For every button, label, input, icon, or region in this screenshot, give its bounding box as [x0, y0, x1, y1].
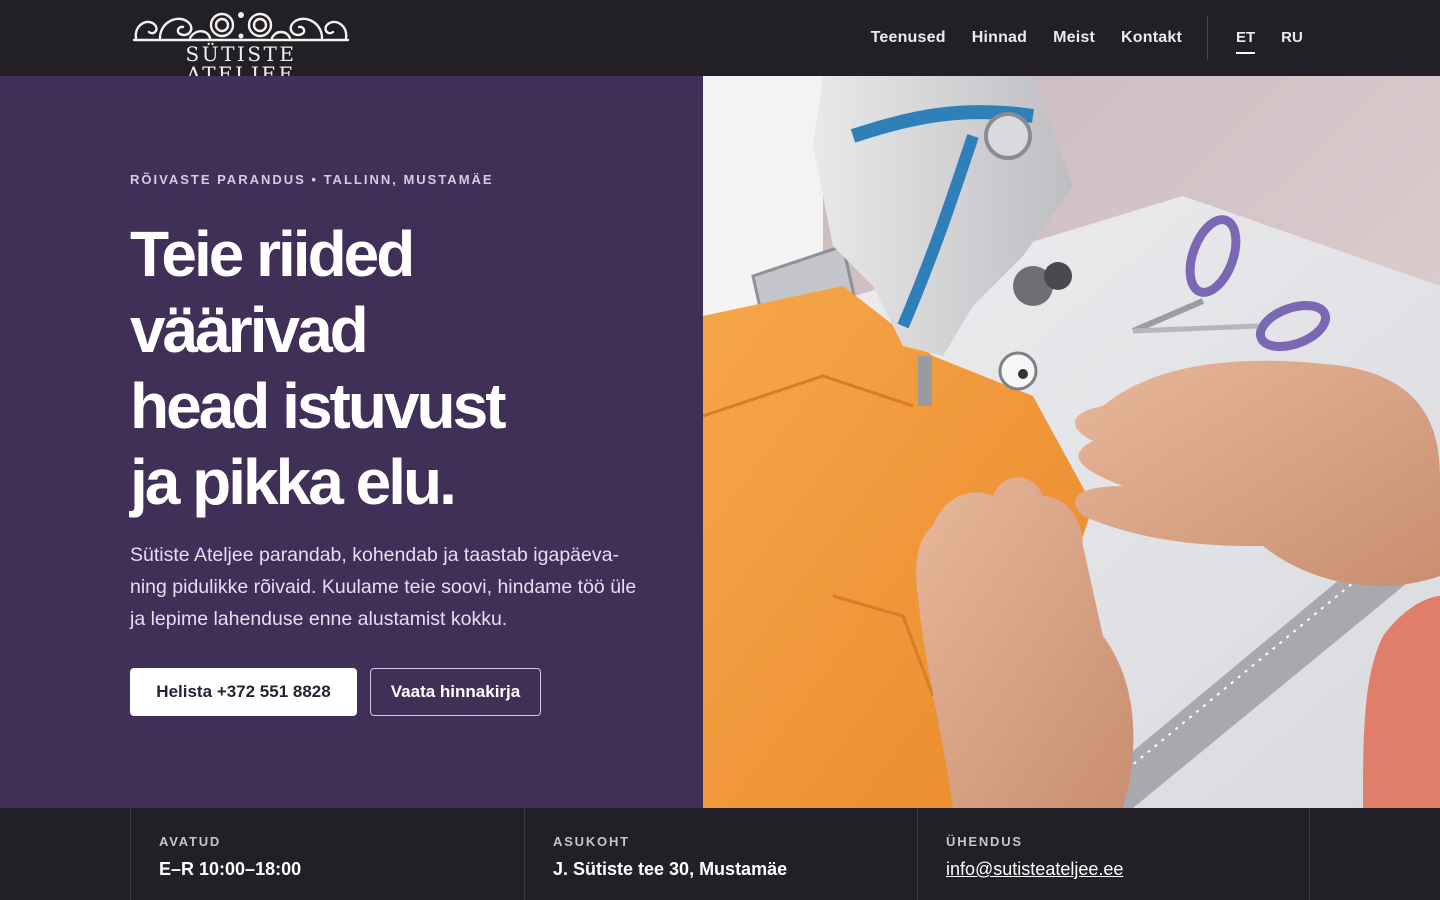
headline-line: head istuvust	[130, 370, 507, 442]
info-location-label: ASUKOHT	[553, 834, 630, 849]
info-location: ASUKOHT J. Sütiste tee 30, Mustamäe	[524, 808, 917, 900]
info-contact-label: ÜHENDUS	[946, 834, 1023, 849]
lang-ru[interactable]: RU	[1281, 28, 1303, 54]
hero-section: RÕIVASTE PARANDUS • TALLINN, MUSTAMÄE Te…	[0, 76, 703, 808]
headline-line: Teie riided	[130, 218, 415, 290]
info-hours-label: AVATUD	[159, 834, 222, 849]
ornament-icon	[132, 12, 350, 42]
call-button[interactable]: Helista +372 551 8828	[130, 668, 357, 716]
info-hours-value: E–R 10:00–18:00	[159, 859, 302, 879]
language-switcher: ET RU	[1236, 28, 1303, 54]
info-bar: AVATUD E–R 10:00–18:00 ASUKOHT J. Sütist…	[0, 808, 1440, 900]
nav-item-kontakt[interactable]: Kontakt	[1121, 28, 1182, 48]
hero-eyebrow: RÕIVASTE PARANDUS • TALLINN, MUSTAMÄE	[130, 172, 494, 187]
nav-divider	[1207, 16, 1208, 60]
info-hours: AVATUD E–R 10:00–18:00	[130, 808, 524, 900]
price-list-button[interactable]: Vaata hinnakirja	[370, 668, 541, 716]
headline-line: ja pikka elu.	[130, 446, 457, 518]
hero-lead: Sütiste Ateljee parandab, kohendab ja ta…	[130, 544, 637, 630]
info-contact: ÜHENDUS info@sutisteateljee.ee	[917, 808, 1310, 900]
nav-item-meist[interactable]: Meist	[1053, 28, 1095, 48]
main-nav: Teenused Hinnad Meist Kontakt	[871, 28, 1182, 48]
info-location-value: J. Sütiste tee 30, Mustamäe	[553, 859, 788, 879]
headline-line: väärivad	[130, 294, 369, 366]
hero-headline: Teie riided väärivad head istuvust ja pi…	[130, 216, 650, 520]
nav-item-hinnad[interactable]: Hinnad	[972, 28, 1027, 48]
site-header: SÜTISTE ATELJEE Teenused Hinnad Meist Ko…	[0, 0, 1440, 84]
email-link[interactable]: info@sutisteateljee.ee	[946, 859, 1123, 880]
hero-photo-sewing	[703, 76, 1440, 808]
brand-logo[interactable]: SÜTISTE ATELJEE	[130, 8, 352, 84]
nav-item-teenused[interactable]: Teenused	[871, 28, 946, 48]
sewing-machine-illustration	[703, 76, 1440, 808]
lang-et[interactable]: ET	[1236, 28, 1256, 54]
